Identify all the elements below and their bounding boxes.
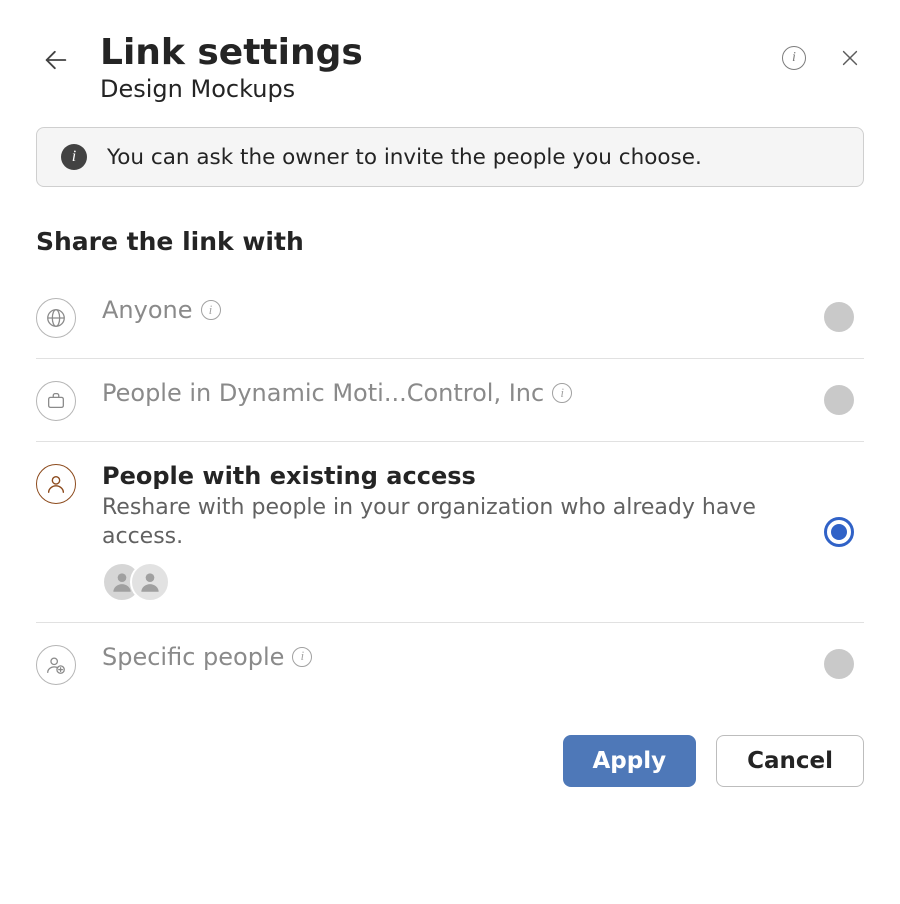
apply-button[interactable]: Apply [563,735,697,787]
info-icon: i [61,144,87,170]
close-icon [839,47,861,69]
info-banner: i You can ask the owner to invite the pe… [36,127,864,187]
section-title: Share the link with [36,227,864,256]
option-organization[interactable]: People in Dynamic Moti...Control, Inc i [36,359,864,442]
option-anyone-label: Anyone [102,296,193,324]
share-options: Anyone i People in Dynamic Moti...Contro… [36,276,864,704]
back-button[interactable] [36,40,76,80]
globe-icon [36,298,76,338]
banner-text: You can ask the owner to invite the peop… [107,145,702,170]
existing-access-avatars[interactable] [102,562,798,602]
link-settings-dialog: Link settings Design Mockups i i You can… [0,0,900,823]
person-icon [36,464,76,504]
arrow-left-icon [42,46,70,74]
option-specific-label: Specific people [102,643,284,671]
option-anyone[interactable]: Anyone i [36,276,864,359]
dialog-title: Link settings [100,32,756,73]
person-add-icon [36,645,76,685]
avatar [130,562,170,602]
option-existing-radio[interactable] [824,517,854,547]
dialog-header: Link settings Design Mockups i [36,32,864,103]
option-specific-radio[interactable] [824,649,854,679]
briefcase-icon [36,381,76,421]
option-anyone-radio[interactable] [824,302,854,332]
option-organization-label: People in Dynamic Moti...Control, Inc [102,379,544,407]
dialog-subtitle: Design Mockups [100,75,756,103]
option-existing-description: Reshare with people in your organization… [102,494,798,551]
option-existing-label: People with existing access [102,462,476,490]
option-organization-radio[interactable] [824,385,854,415]
help-button[interactable]: i [780,44,808,72]
option-specific-people[interactable]: Specific people i [36,623,864,705]
cancel-button[interactable]: Cancel [716,735,864,787]
info-icon[interactable]: i [292,647,312,667]
info-icon: i [782,46,806,70]
option-existing-access[interactable]: People with existing access Reshare with… [36,442,864,622]
close-button[interactable] [836,44,864,72]
info-icon[interactable]: i [552,383,572,403]
info-icon[interactable]: i [201,300,221,320]
dialog-footer: Apply Cancel [36,735,864,787]
